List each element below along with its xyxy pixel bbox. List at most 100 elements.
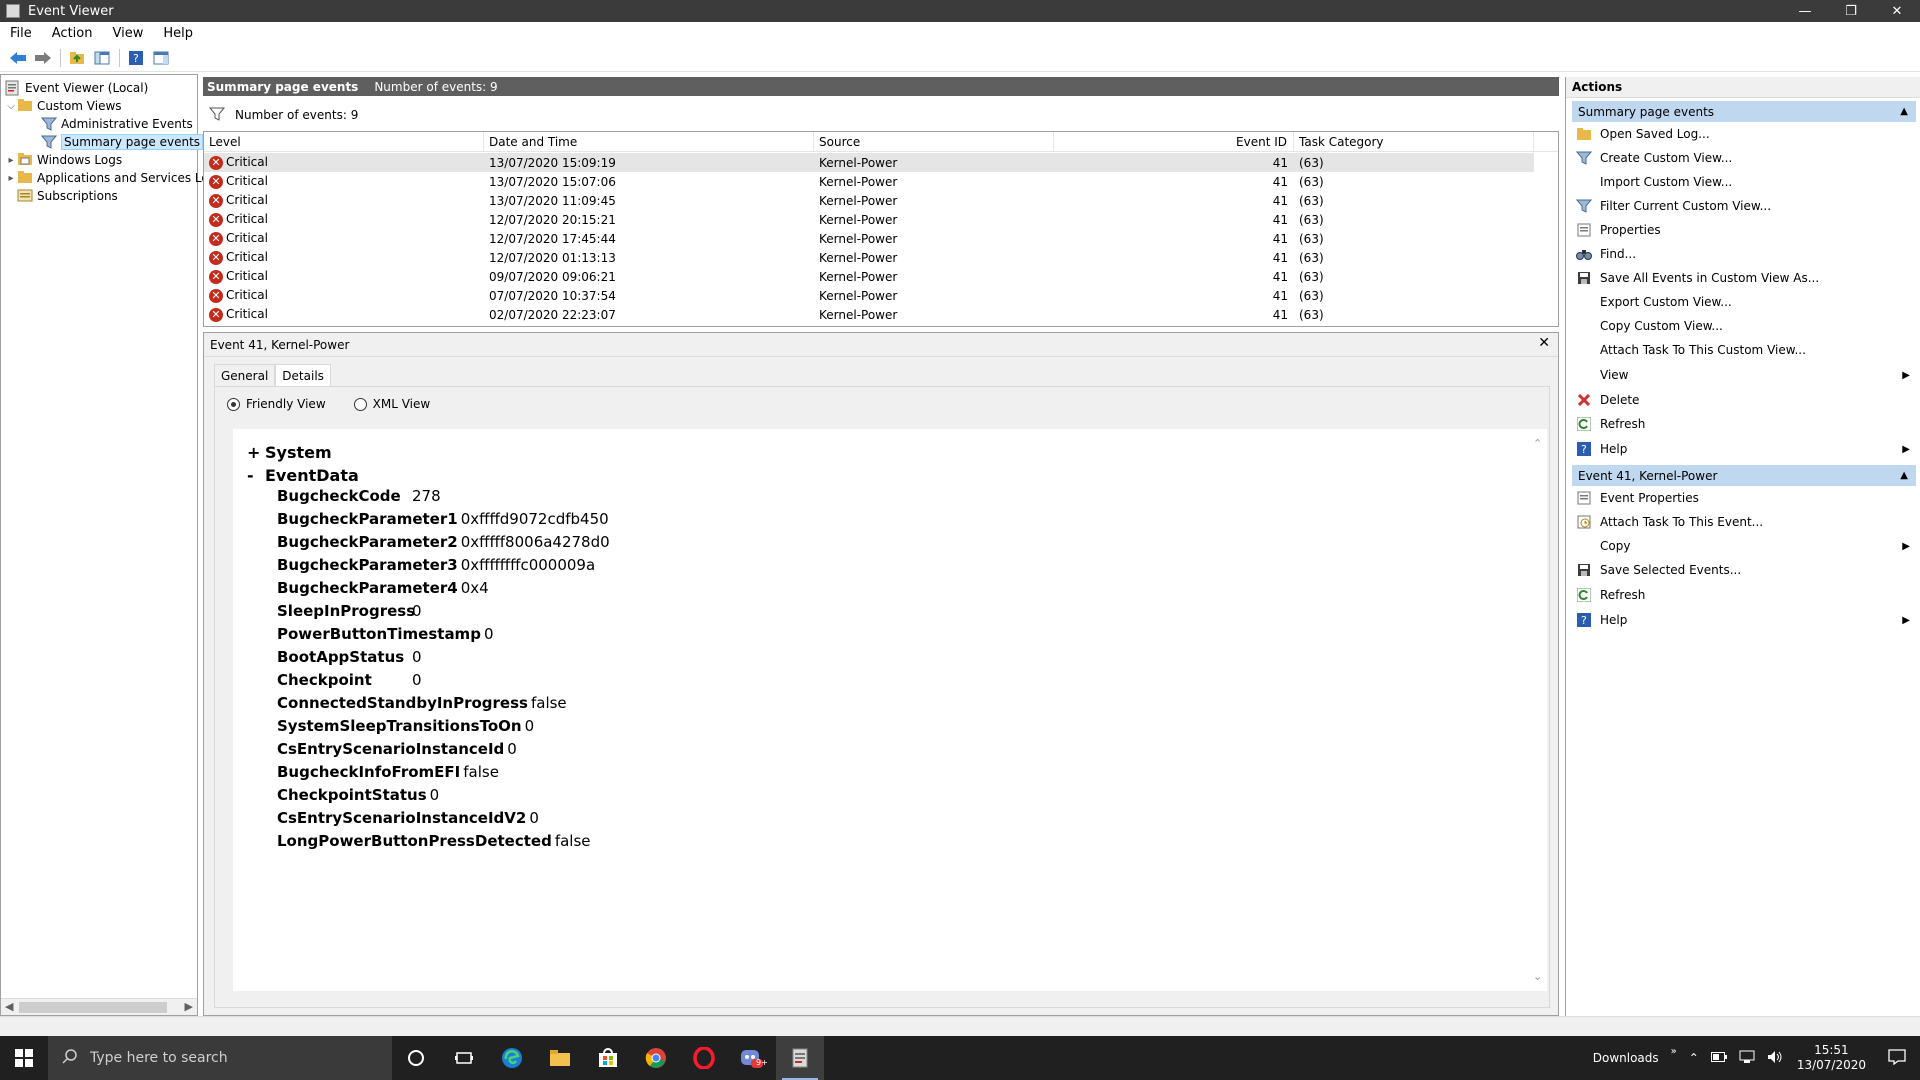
tab-details[interactable]: Details (275, 364, 331, 386)
action-view[interactable]: View ▶ (1572, 365, 1916, 385)
scroll-left-icon[interactable]: ◀ (5, 1000, 13, 1013)
menu-action[interactable]: Action (42, 26, 103, 41)
table-row[interactable]: ✕ Critical 09/07/2020 09:06:21 Kernel-Pow… (204, 267, 1534, 286)
show-hide-tree-icon[interactable] (90, 46, 114, 70)
show-hidden-icons-chevron-icon[interactable]: ⌃ (1689, 1051, 1699, 1065)
table-row[interactable]: ✕ Critical 13/07/2020 15:07:06 Kernel-Pow… (204, 172, 1534, 191)
back-arrow-icon[interactable] (6, 46, 30, 70)
expand-chevron-icon[interactable]: ▸ (5, 155, 17, 166)
action-event-properties[interactable]: Event Properties (1572, 488, 1916, 508)
battery-icon[interactable] (1710, 1051, 1727, 1065)
taskbar-clock[interactable]: 15:51 13/07/2020 (1797, 1043, 1866, 1073)
tree-item-administrative-events[interactable]: Administrative Events (40, 115, 193, 133)
close-icon[interactable]: ✕ (1874, 0, 1920, 22)
scroll-thumb[interactable] (19, 1002, 167, 1013)
tree-horizontal-scrollbar[interactable]: ◀ ▶ (1, 998, 197, 1015)
collapse-minus-icon[interactable]: - (247, 466, 263, 485)
scroll-up-icon[interactable]: ⌃ (1533, 437, 1542, 450)
table-row[interactable]: ✕ Critical 13/07/2020 15:09:19 Kernel-Pow… (204, 153, 1534, 172)
column-event-id[interactable]: Event ID (1054, 132, 1294, 152)
action-create-custom-view[interactable]: Create Custom View... (1572, 148, 1916, 168)
tree-item-windows-logs[interactable]: ▸ Windows Logs (5, 151, 122, 169)
scroll-right-icon[interactable]: ▶ (185, 1000, 193, 1013)
edge-browser-icon[interactable] (488, 1036, 536, 1080)
column-date-time[interactable]: Date and Time (484, 132, 814, 152)
action-delete[interactable]: Delete (1572, 390, 1916, 410)
friendly-view-radio[interactable]: Friendly View (227, 397, 326, 411)
column-task-category[interactable]: Task Category (1294, 132, 1534, 152)
tree-item-event-viewer-local[interactable]: Event Viewer (Local) (5, 79, 148, 97)
up-folder-icon[interactable] (65, 46, 89, 70)
action-save-selected-events[interactable]: Save Selected Events... (1572, 560, 1916, 580)
close-icon[interactable]: ✕ (1538, 335, 1550, 351)
microsoft-store-icon[interactable] (584, 1036, 632, 1080)
event-viewer-taskbar-icon[interactable] (776, 1036, 824, 1080)
radio-unselected-icon[interactable] (353, 397, 367, 411)
system-section[interactable]: + System (247, 443, 332, 462)
show-action-pane-icon[interactable] (149, 46, 173, 70)
cortana-icon[interactable] (392, 1036, 440, 1080)
tree-item-subscriptions[interactable]: Subscriptions (17, 187, 118, 205)
actions-section-event[interactable]: Event 41, Kernel-Power ▲ (1572, 465, 1916, 486)
column-level[interactable]: Level (204, 132, 484, 152)
minimize-icon[interactable]: — (1782, 0, 1828, 22)
downloads-toolbar[interactable]: Downloads (1593, 1051, 1659, 1065)
action-filter-current-custom-view[interactable]: Filter Current Custom View... (1572, 196, 1916, 216)
table-row[interactable]: ✕ Critical 13/07/2020 11:09:45 Kernel-Pow… (204, 191, 1534, 210)
menu-file[interactable]: File (0, 26, 42, 41)
tree-item-applications-services[interactable]: ▸ Applications and Services Lo (5, 169, 209, 187)
xml-view-radio[interactable]: XML View (353, 397, 430, 411)
toolbar-chevron-icon[interactable]: » (1671, 1046, 1677, 1057)
action-attach-task-custom-view[interactable]: Attach Task To This Custom View... (1572, 340, 1916, 360)
collapse-caret-icon[interactable]: ▲ (1900, 470, 1908, 481)
windows-start-icon[interactable] (0, 1036, 48, 1080)
table-row[interactable]: ✕ Critical 12/07/2020 01:13:13 Kernel-Pow… (204, 248, 1534, 267)
tab-general[interactable]: General (214, 364, 276, 386)
action-export-custom-view[interactable]: Export Custom View... (1572, 292, 1916, 312)
task-view-icon[interactable] (440, 1036, 488, 1080)
menu-help[interactable]: Help (153, 26, 203, 41)
action-copy-custom-view[interactable]: Copy Custom View... (1572, 316, 1916, 336)
network-icon[interactable] (1739, 1050, 1755, 1067)
opera-browser-icon[interactable] (680, 1036, 728, 1080)
menu-view[interactable]: View (102, 26, 153, 41)
table-row[interactable]: ✕ Critical 12/07/2020 17:45:44 Kernel-Pow… (204, 229, 1534, 248)
action-open-saved-log[interactable]: Open Saved Log... (1572, 124, 1916, 144)
taskbar-search-box[interactable]: Type here to search (48, 1036, 392, 1080)
details-vertical-scrollbar[interactable]: ⌃ ⌄ (1530, 429, 1547, 991)
table-row[interactable]: ✕ Critical 07/07/2020 10:37:54 Kernel-Pow… (204, 286, 1534, 305)
chrome-browser-icon[interactable] (632, 1036, 680, 1080)
volume-icon[interactable] (1767, 1050, 1783, 1067)
action-refresh-event[interactable]: Refresh (1572, 585, 1916, 605)
action-help[interactable]: ? Help ▶ (1572, 439, 1916, 459)
forward-arrow-icon[interactable] (31, 46, 55, 70)
level-text: Critical (226, 307, 268, 322)
radio-selected-icon[interactable] (227, 397, 240, 411)
tree-item-custom-views[interactable]: ⌵ Custom Views (5, 97, 122, 115)
column-source[interactable]: Source (814, 132, 1054, 152)
collapse-chevron-icon[interactable]: ⌵ (5, 101, 17, 112)
collapse-caret-icon[interactable]: ▲ (1900, 106, 1908, 117)
action-center-notification-icon[interactable] (1888, 1048, 1906, 1068)
field-key: LongPowerButtonPressDetected (277, 832, 552, 850)
expand-chevron-icon[interactable]: ▸ (5, 173, 17, 184)
action-copy[interactable]: Copy ▶ (1572, 536, 1916, 556)
restore-icon[interactable]: ❐ (1828, 0, 1874, 22)
help-icon[interactable]: ? (124, 46, 148, 70)
table-row[interactable]: ✕ Critical 02/07/2020 22:23:07 Kernel-Pow… (204, 305, 1534, 324)
tree-item-summary-page-events[interactable]: Summary page events (40, 133, 204, 151)
actions-section-summary[interactable]: Summary page events ▲ (1572, 101, 1916, 122)
action-save-all-events[interactable]: Save All Events in Custom View As... (1572, 268, 1916, 288)
eventdata-section[interactable]: - EventData (247, 466, 359, 485)
expand-plus-icon[interactable]: + (247, 443, 263, 462)
action-attach-task-event[interactable]: Attach Task To This Event... (1572, 512, 1916, 532)
action-help-event[interactable]: ? Help ▶ (1572, 610, 1916, 630)
action-find[interactable]: Find... (1572, 244, 1916, 264)
scroll-down-icon[interactable]: ⌄ (1533, 970, 1542, 983)
discord-icon[interactable]: 9+ (728, 1036, 776, 1080)
action-refresh[interactable]: Refresh (1572, 414, 1916, 434)
action-properties[interactable]: Properties (1572, 220, 1916, 240)
action-import-custom-view[interactable]: Import Custom View... (1572, 172, 1916, 192)
file-explorer-icon[interactable] (536, 1036, 584, 1080)
table-row[interactable]: ✕ Critical 12/07/2020 20:15:21 Kernel-Pow… (204, 210, 1534, 229)
